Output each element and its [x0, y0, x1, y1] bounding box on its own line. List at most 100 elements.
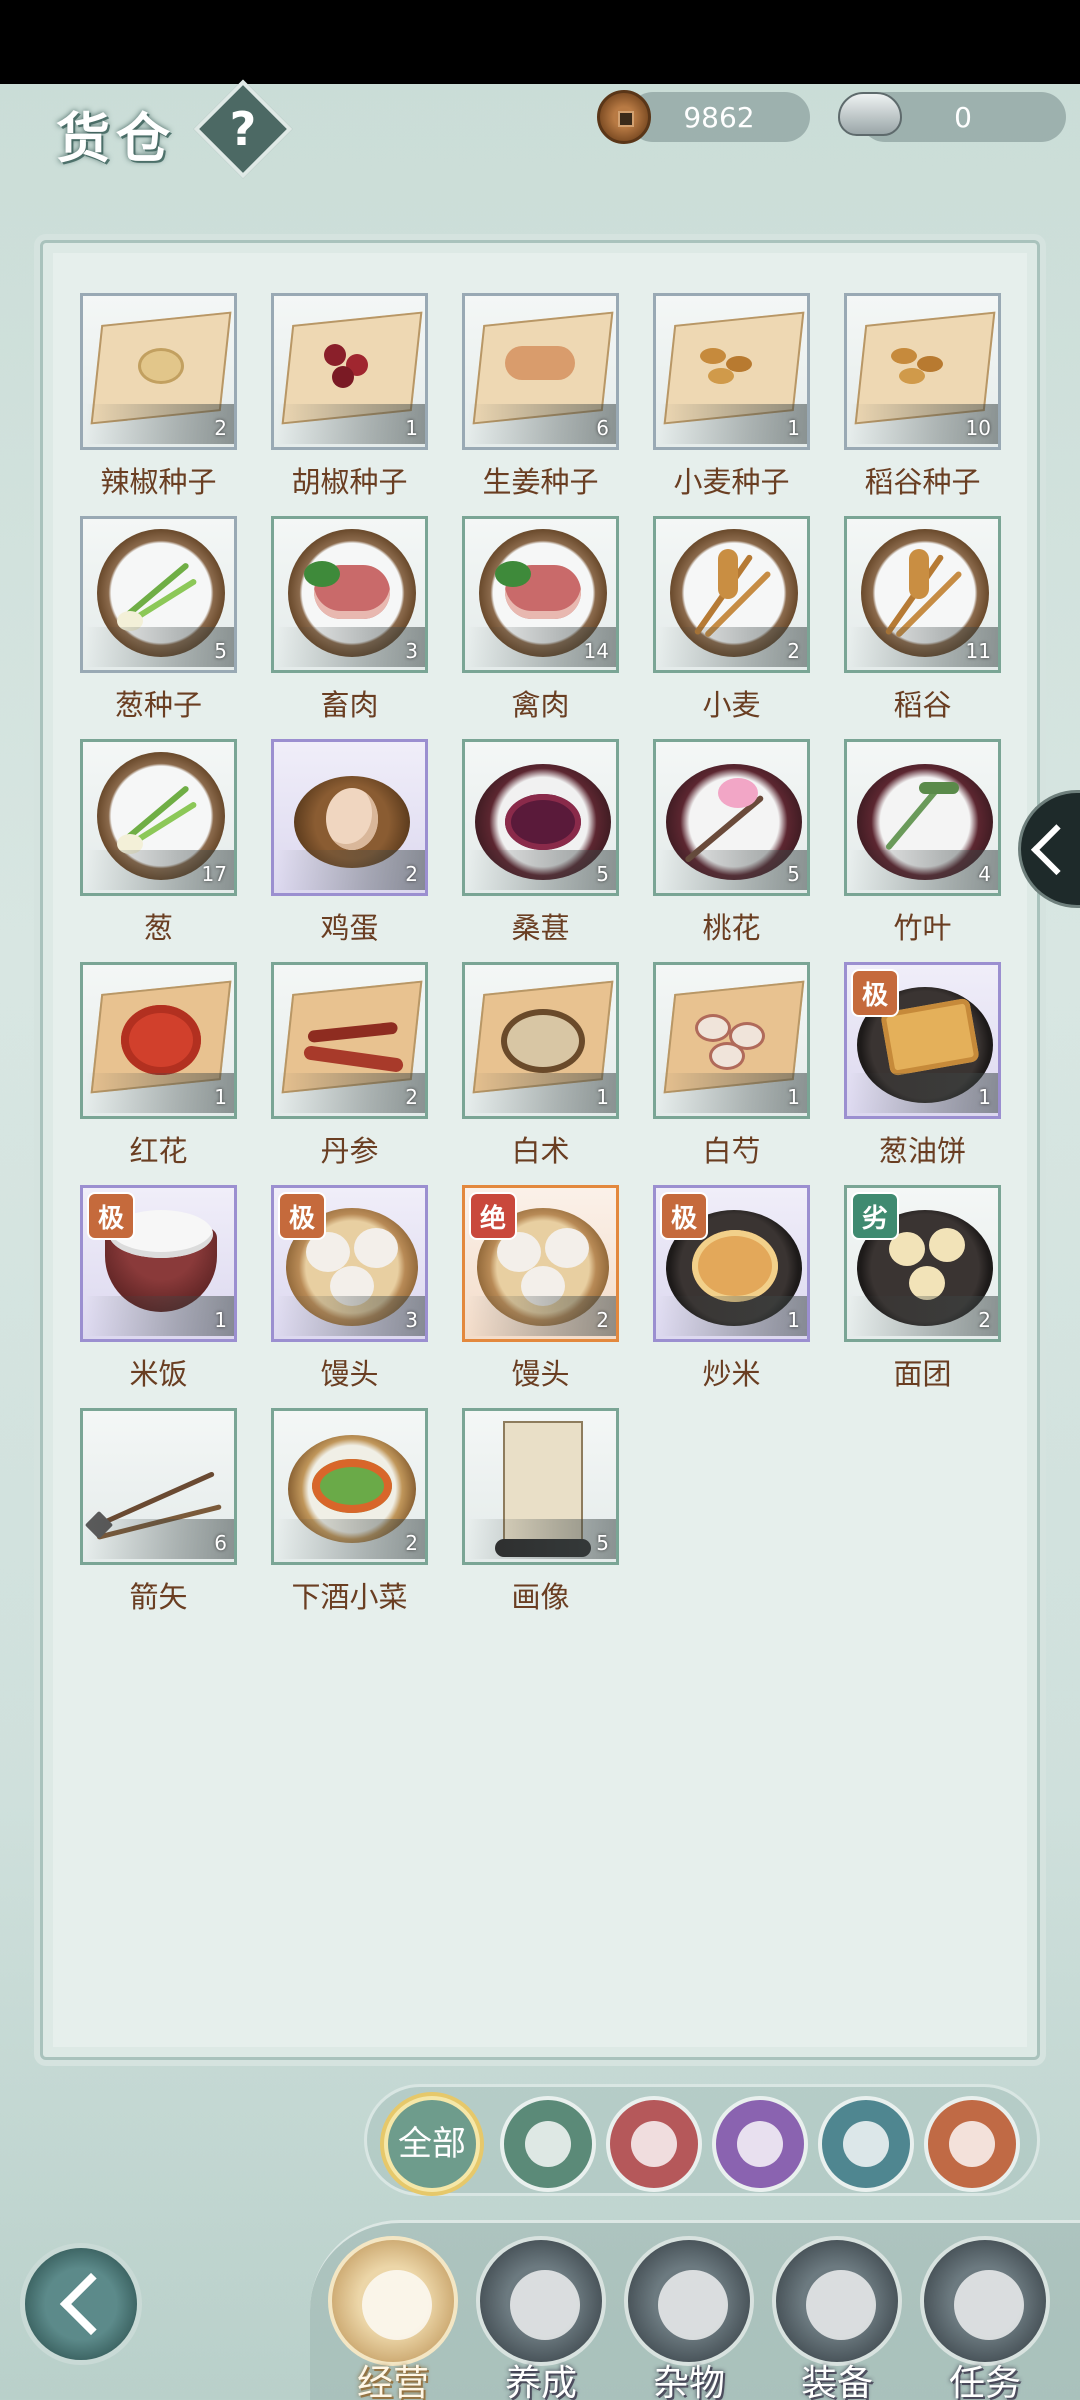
count-bar: 1	[277, 404, 425, 444]
item-label: 稻谷种子	[864, 465, 981, 499]
nav-circle	[476, 2236, 606, 2366]
inventory-item[interactable]: 6 生姜种子	[462, 293, 619, 499]
page-title: 货仓	[56, 106, 176, 170]
inventory-item[interactable]: 1 红花	[80, 962, 237, 1168]
inventory-item[interactable]: 14 禽肉	[462, 516, 619, 722]
count-bar: 4	[850, 850, 998, 890]
count-bar: 2	[86, 404, 234, 444]
item-count: 2	[787, 639, 800, 663]
item-label: 竹叶	[893, 911, 952, 945]
inventory-grid: 2 辣椒种子 1 胡椒种子 6 生姜种子 1 小麦种子 10 稻谷种子 5 葱种子 3 畜肉 14 禽肉 2 小麦…	[80, 293, 1001, 1614]
item-count: 5	[787, 862, 800, 886]
inventory-item[interactable]: 1 极炒米	[653, 1185, 810, 1391]
back-button[interactable]	[20, 2243, 142, 2365]
inventory-item[interactable]: 1 极米饭	[80, 1185, 237, 1391]
food-bowl-icon	[631, 2121, 677, 2167]
inventory-item[interactable]: 5 桃花	[653, 739, 810, 945]
item-slot: 4	[844, 739, 1001, 896]
inventory-item[interactable]: 4 竹叶	[844, 739, 1001, 945]
item-label: 桑葚	[511, 911, 570, 945]
item-count: 2	[214, 416, 227, 440]
item-label: 面团	[893, 1357, 952, 1391]
inventory-item[interactable]: 2 辣椒种子	[80, 293, 237, 499]
nav-orb[interactable]: 养成	[476, 2236, 606, 2400]
header: 货仓 ? 9862 0	[0, 79, 1080, 194]
count-bar: 2	[850, 1296, 998, 1336]
filter-mortar[interactable]	[818, 2096, 914, 2192]
item-count: 10	[965, 416, 991, 440]
jar-icon	[737, 2121, 783, 2167]
inventory-item[interactable]: 11 稻谷	[844, 516, 1001, 722]
item-count: 4	[978, 862, 991, 886]
item-slot: 2	[271, 962, 428, 1119]
item-label: 小麦种子	[673, 465, 790, 499]
item-slot: 1极	[653, 1185, 810, 1342]
count-bar: 5	[86, 627, 234, 667]
filter-sprout[interactable]	[500, 2096, 596, 2192]
inventory-item[interactable]: 5 葱种子	[80, 516, 237, 722]
quality-badge: 绝	[471, 1194, 515, 1238]
nav-book[interactable]: 任务	[920, 2236, 1050, 2400]
bundle-icon	[658, 2270, 728, 2340]
inventory-item[interactable]: 6 箭矢	[80, 1408, 237, 1614]
count-bar: 2	[277, 1073, 425, 1113]
bow-icon	[949, 2121, 995, 2167]
sprout-icon	[525, 2121, 571, 2167]
inventory-item[interactable]: 1 小麦种子	[653, 293, 810, 499]
inventory-item[interactable]: 2 绝馒头	[462, 1185, 619, 1391]
inventory-item[interactable]: 17 葱	[80, 739, 237, 945]
item-count: 3	[405, 639, 418, 663]
mortar-icon	[843, 2121, 889, 2167]
item-count: 2	[405, 1531, 418, 1555]
item-slot: 2	[80, 293, 237, 450]
item-slot: 5	[462, 739, 619, 896]
item-label: 馒头	[511, 1357, 570, 1391]
inventory-item[interactable]: 10 稻谷种子	[844, 293, 1001, 499]
item-count: 1	[787, 1085, 800, 1109]
inventory-item[interactable]: 5 画像	[462, 1408, 619, 1614]
nav-label: 装备	[800, 2363, 873, 2400]
inventory-item[interactable]: 1 胡椒种子	[271, 293, 428, 499]
filter-all[interactable]: 全部	[384, 2096, 480, 2192]
filter-food-bowl[interactable]	[606, 2096, 702, 2192]
item-slot: 6	[462, 293, 619, 450]
inventory-item[interactable]: 1 白芍	[653, 962, 810, 1168]
quality-badge: 劣	[853, 1194, 897, 1238]
item-count: 1	[978, 1085, 991, 1109]
item-count: 2	[405, 862, 418, 886]
filter-bow[interactable]	[924, 2096, 1020, 2192]
item-count: 1	[787, 416, 800, 440]
item-label: 画像	[511, 1580, 570, 1614]
inventory-item[interactable]: 2 小麦	[653, 516, 810, 722]
item-slot: 2绝	[462, 1185, 619, 1342]
nav-bundle[interactable]: 杂物	[624, 2236, 754, 2400]
nav-circle	[624, 2236, 754, 2366]
inventory-item[interactable]: 1 极葱油饼	[844, 962, 1001, 1168]
item-label: 红花	[129, 1134, 188, 1168]
item-count: 6	[214, 1531, 227, 1555]
inventory-item[interactable]: 2 劣面团	[844, 1185, 1001, 1391]
nav-armor[interactable]: 装备	[772, 2236, 902, 2400]
item-slot: 11	[844, 516, 1001, 673]
filter-jar[interactable]	[712, 2096, 808, 2192]
count-bar: 11	[850, 627, 998, 667]
help-button[interactable]: ?	[193, 79, 293, 179]
question-icon: ?	[229, 102, 257, 156]
inventory-item[interactable]: 3 畜肉	[271, 516, 428, 722]
book-icon	[954, 2270, 1024, 2340]
item-label: 馒头	[320, 1357, 379, 1391]
item-label: 下酒小菜	[291, 1580, 408, 1614]
inventory-item[interactable]: 2 鸡蛋	[271, 739, 428, 945]
count-bar: 1	[659, 404, 807, 444]
inventory-item[interactable]: 2 下酒小菜	[271, 1408, 428, 1614]
nav-bowl[interactable]: 经营	[328, 2236, 458, 2400]
inventory-item[interactable]: 5 桑葚	[462, 739, 619, 945]
item-slot: 5	[653, 739, 810, 896]
count-bar: 6	[86, 1519, 234, 1559]
item-slot: 1极	[844, 962, 1001, 1119]
inventory-item[interactable]: 2 丹参	[271, 962, 428, 1168]
inventory-item[interactable]: 1 白术	[462, 962, 619, 1168]
inventory-item[interactable]: 3 极馒头	[271, 1185, 428, 1391]
item-label: 稻谷	[893, 688, 952, 722]
status-bar	[0, 0, 1080, 84]
